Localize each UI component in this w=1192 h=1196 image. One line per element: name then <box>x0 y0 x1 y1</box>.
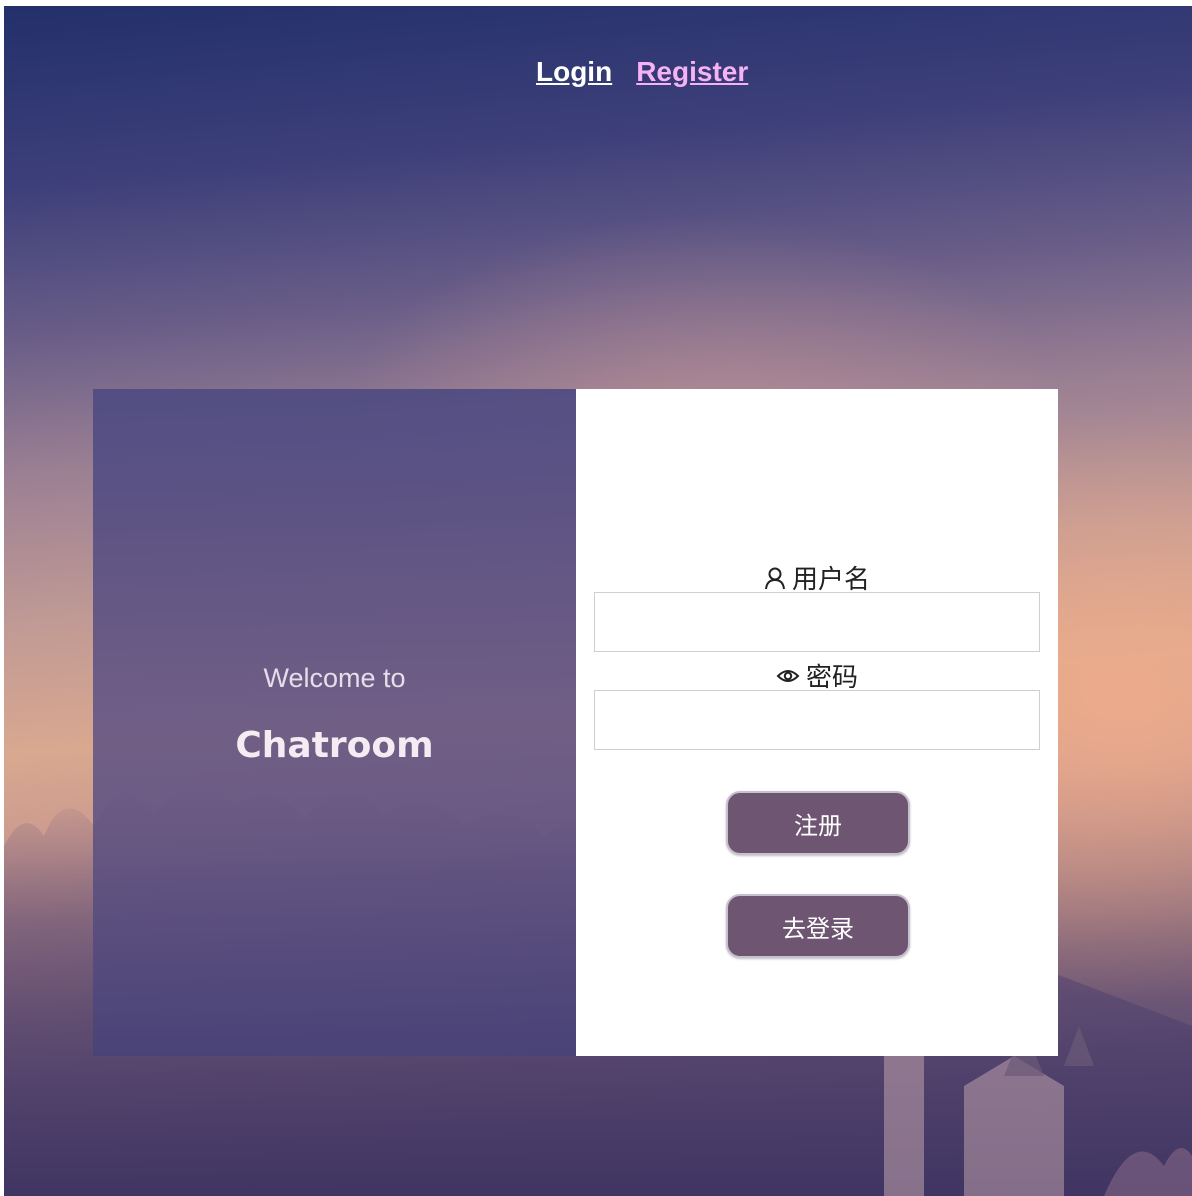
password-input[interactable] <box>594 690 1040 750</box>
register-button[interactable]: 注册 <box>726 791 910 855</box>
top-nav: Login Register <box>536 56 748 88</box>
username-label-text: 用户名 <box>791 565 870 595</box>
nav-login-link[interactable]: Login <box>536 56 612 88</box>
welcome-text: Welcome to <box>263 663 406 693</box>
user-icon <box>764 566 786 590</box>
nav-register-link[interactable]: Register <box>636 56 748 88</box>
eye-icon <box>776 666 800 686</box>
goto-login-button[interactable]: 去登录 <box>726 894 910 958</box>
password-label-text: 密码 <box>805 663 858 693</box>
username-label: 用户名 <box>576 559 1058 596</box>
username-input[interactable] <box>594 592 1040 652</box>
password-label: 密码 <box>576 657 1058 694</box>
register-form: 用户名 密码 注册 去登录 <box>576 389 1058 1056</box>
page: Login Register Welcome to Chatroom 用户名 密… <box>0 0 1192 1196</box>
register-card: Welcome to Chatroom 用户名 密码 注册 去登录 <box>93 389 1058 1056</box>
welcome-panel: Welcome to Chatroom <box>93 389 576 1056</box>
brand-title: Chatroom <box>235 725 434 766</box>
